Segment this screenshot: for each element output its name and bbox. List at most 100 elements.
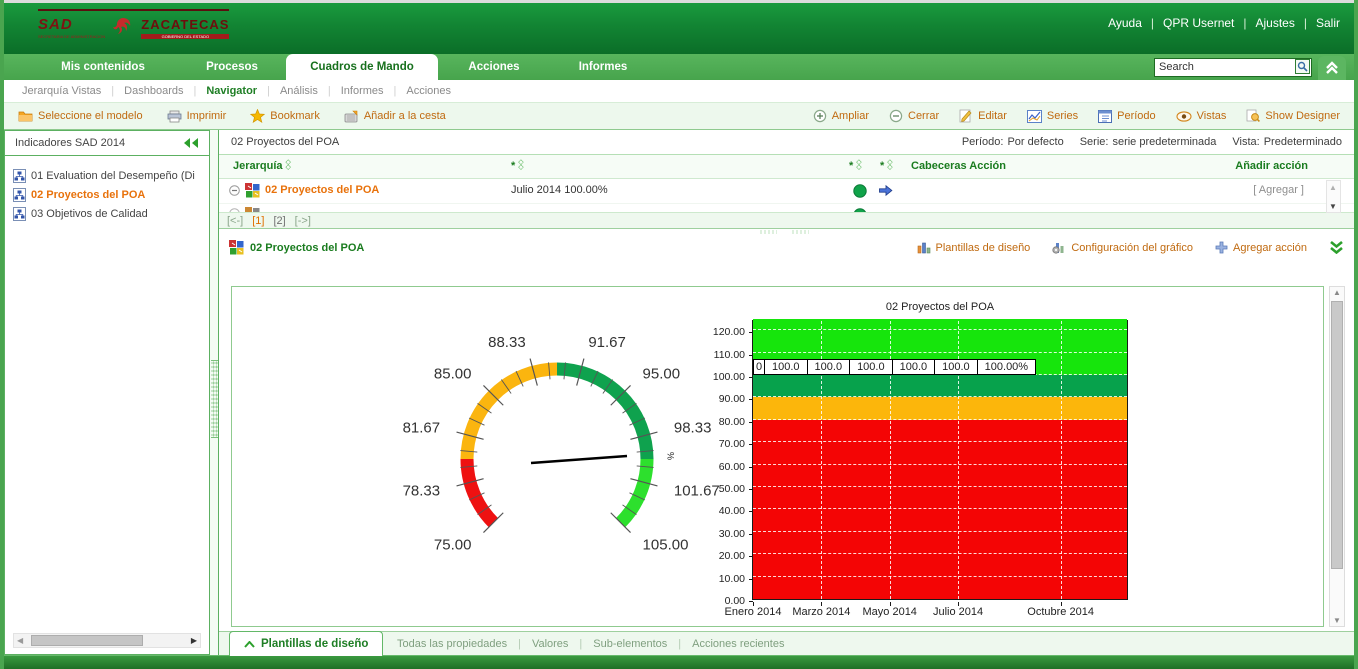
series-value-label: 100.0 — [806, 359, 851, 375]
line-chart-icon — [1026, 109, 1042, 123]
top-header: SAD SECRETARIA DE ADMINISTRACION ZACATEC… — [4, 3, 1354, 54]
tree-item-02-proyectos[interactable]: 02 Proyectos del POA — [13, 185, 205, 204]
scroll-left-arrow-icon[interactable]: ◀ — [17, 636, 23, 645]
x-axis-tick-label: Julio 2014 — [933, 606, 984, 618]
hierarchy-table-header: Jerarquía ◇ ◇ * ◇ ◇ * ◇ ◇ * ◇ ◇ Cabeceras Ac… — [219, 155, 1354, 179]
vistas-button[interactable]: Vistas — [1176, 110, 1227, 122]
print-button[interactable]: Imprimir — [167, 110, 226, 123]
collapse-row-icon[interactable] — [229, 185, 240, 196]
page-2-button[interactable]: [2] — [273, 215, 285, 227]
bottom-tab-bar: Plantillas de diseño Todas las propiedad… — [219, 631, 1354, 656]
column-value-label: * — [511, 160, 516, 172]
page-prev-button[interactable]: [<-] — [227, 215, 243, 227]
sort-icon[interactable]: ◇ ◇ — [856, 159, 861, 171]
cerrar-button[interactable]: Cerrar — [889, 109, 939, 123]
link-ayuda[interactable]: Ayuda — [1108, 16, 1142, 30]
tab-acciones[interactable]: Acciones — [438, 54, 550, 80]
scrollbar-thumb[interactable] — [1331, 301, 1343, 569]
row-element-link[interactable]: 02 Proyectos del POA — [265, 184, 379, 196]
bottom-tab-subelementos[interactable]: Sub-elementos — [593, 638, 667, 650]
double-chevron-down-icon[interactable] — [1329, 241, 1344, 254]
agregar-action-button[interactable]: [ Agregar ] — [1253, 184, 1304, 196]
context-vista[interactable]: Vista: Predeterminado — [1232, 136, 1342, 148]
scrollbar-thumb[interactable] — [31, 635, 143, 646]
bottom-tab-valores[interactable]: Valores — [532, 638, 568, 650]
show-designer-button[interactable]: Show Designer — [1246, 109, 1340, 123]
design-templates-button[interactable]: Plantillas de diseño — [917, 241, 1030, 254]
sort-icon[interactable]: ◇ ◇ — [518, 159, 523, 171]
bottom-tab-acciones-recientes[interactable]: Acciones recientes — [692, 638, 784, 650]
subnav-navigator[interactable]: Navigator — [206, 85, 257, 97]
subnav-dashboards[interactable]: Dashboards — [124, 85, 183, 97]
collapse-sidebar-button[interactable] — [183, 138, 199, 148]
page-next-button[interactable]: [->] — [295, 215, 311, 227]
splitter-grip[interactable] — [759, 230, 777, 234]
page-1-button[interactable]: [1] — [252, 215, 264, 227]
subnav-informes[interactable]: Informes — [341, 85, 384, 97]
panel-splitter[interactable] — [210, 130, 219, 655]
scroll-down-arrow-icon[interactable]: ▼ — [1333, 616, 1341, 625]
add-action-button[interactable]: Agregar acción — [1215, 241, 1307, 254]
tree-item-01-evaluation[interactable]: 01 Evaluation del Desempeño (Di — [13, 166, 205, 185]
collapse-header-button[interactable] — [1318, 56, 1346, 80]
tree-item-03-objetivos[interactable]: 03 Objetivos de Calidad — [13, 204, 205, 223]
ampliar-button[interactable]: Ampliar — [813, 109, 869, 123]
scorecard-color-icon — [245, 183, 260, 198]
sort-icon[interactable]: ◇ ◇ — [887, 159, 892, 171]
link-ajustes[interactable]: Ajustes — [1256, 16, 1295, 30]
bottom-tab-propiedades[interactable]: Todas las propiedades — [397, 638, 507, 650]
vistas-label: Vistas — [1196, 110, 1227, 122]
column-trend[interactable]: * ◇ ◇ — [880, 159, 893, 172]
tree-item-label: 03 Objetivos de Calidad — [31, 207, 148, 220]
editar-button[interactable]: Editar — [959, 109, 1007, 123]
horizontal-splitter[interactable] — [219, 229, 1354, 235]
bottom-tab-separator: | — [678, 638, 682, 650]
tab-mis-contenidos[interactable]: Mis contenidos — [28, 54, 178, 80]
search-input[interactable] — [1154, 57, 1312, 77]
link-qpr-usernet[interactable]: QPR Usernet — [1163, 16, 1234, 30]
bookmark-label: Bookmark — [270, 110, 320, 122]
splitter-grip[interactable] — [211, 360, 218, 438]
svg-text:78.33: 78.33 — [403, 482, 441, 499]
subnav-analisis[interactable]: Análisis — [280, 85, 318, 97]
column-value[interactable]: * ◇ ◇ — [511, 159, 524, 172]
bottom-tab-plantillas[interactable]: Plantillas de diseño — [229, 631, 384, 656]
search-button[interactable] — [1295, 59, 1310, 74]
add-to-basket-button[interactable]: Añadir a la cesta — [344, 110, 446, 123]
sort-icon[interactable]: ◇ ◇ — [286, 159, 291, 171]
bookmark-button[interactable]: Bookmark — [250, 109, 320, 123]
periodo-button[interactable]: Período — [1098, 109, 1156, 123]
sidebar-horizontal-scrollbar[interactable]: ◀ ▶ — [13, 633, 201, 648]
context-periodo[interactable]: Período: Por defecto — [962, 136, 1064, 148]
link-salir[interactable]: Salir — [1316, 16, 1340, 30]
series-button[interactable]: Series — [1026, 109, 1078, 123]
select-model-button[interactable]: Seleccione el modelo — [18, 110, 143, 122]
scroll-up-arrow-icon[interactable]: ▲ — [1333, 288, 1341, 297]
table-vertical-scrollbar[interactable]: ▲ ▼ — [1326, 180, 1341, 213]
select-model-label: Seleccione el modelo — [38, 110, 143, 122]
subnav-jerarquia-vistas[interactable]: Jerarquía Vistas — [22, 85, 101, 97]
svg-text:85.00: 85.00 — [434, 365, 472, 382]
tab-informes[interactable]: Informes — [550, 54, 656, 80]
brand-sad: SAD SECRETARIA DE ADMINISTRACION — [38, 16, 105, 39]
tree-item-label: 01 Evaluation del Desempeño (Di — [31, 169, 195, 182]
hierarchy-table-rows: 02 Proyectos del POA Julio 2014 100.00% … — [219, 179, 1354, 213]
scroll-down-arrow-icon[interactable]: ▼ — [1329, 202, 1337, 211]
scroll-right-arrow-icon[interactable]: ▶ — [191, 636, 197, 645]
chart-vertical-scrollbar[interactable]: ▲ ▼ — [1329, 286, 1345, 627]
column-status[interactable]: * ◇ ◇ — [849, 159, 862, 172]
tab-procesos[interactable]: Procesos — [178, 54, 286, 80]
threshold-band — [753, 375, 1127, 398]
splitter-grip[interactable] — [791, 230, 809, 234]
calendar-icon — [1098, 109, 1113, 123]
editar-label: Editar — [978, 110, 1007, 122]
series-value-label: 100.0 — [764, 359, 808, 375]
bottom-tab-label: Plantillas de diseño — [261, 638, 369, 650]
context-serie[interactable]: Serie: serie predeterminada — [1080, 136, 1217, 148]
chart-config-button[interactable]: Configuración del gráfico — [1052, 241, 1193, 254]
collapse-row-icon[interactable] — [229, 208, 240, 212]
subnav-acciones[interactable]: Acciones — [406, 85, 451, 97]
scroll-up-arrow-icon[interactable]: ▲ — [1329, 183, 1337, 192]
tab-cuadros-de-mando[interactable]: Cuadros de Mando — [286, 54, 438, 80]
column-jerarquia[interactable]: Jerarquía ◇ ◇ — [233, 159, 291, 172]
